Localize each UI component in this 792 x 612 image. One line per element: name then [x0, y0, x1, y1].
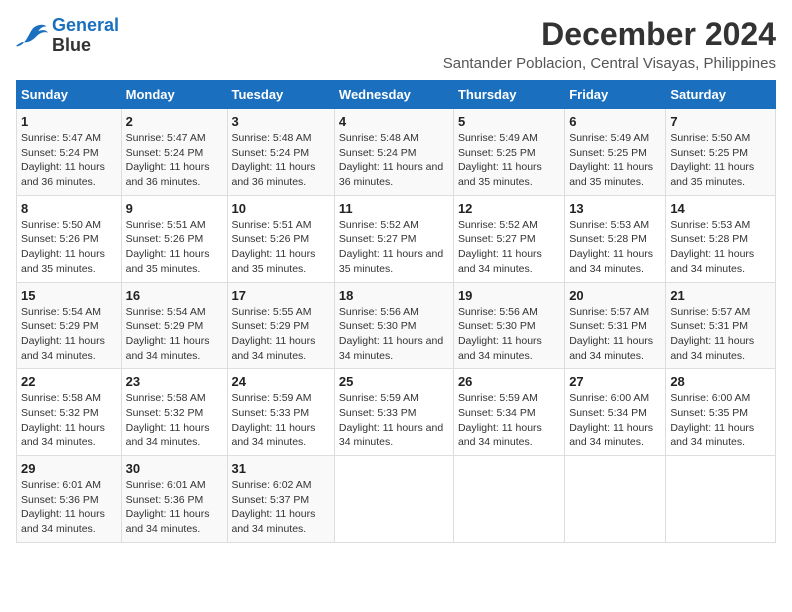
calendar-day-cell: 6Sunrise: 5:49 AMSunset: 5:25 PMDaylight… [565, 109, 666, 196]
calendar-week-row: 22Sunrise: 5:58 AMSunset: 5:32 PMDayligh… [17, 369, 776, 456]
day-of-week-header: Sunday [17, 81, 122, 109]
day-of-week-header: Friday [565, 81, 666, 109]
calendar-day-cell: 29Sunrise: 6:01 AMSunset: 5:36 PMDayligh… [17, 456, 122, 543]
calendar-day-cell: 13Sunrise: 5:53 AMSunset: 5:28 PMDayligh… [565, 195, 666, 282]
calendar-week-row: 8Sunrise: 5:50 AMSunset: 5:26 PMDaylight… [17, 195, 776, 282]
calendar-day-cell: 15Sunrise: 5:54 AMSunset: 5:29 PMDayligh… [17, 282, 122, 369]
calendar-day-cell: 31Sunrise: 6:02 AMSunset: 5:37 PMDayligh… [227, 456, 334, 543]
calendar-day-cell: 4Sunrise: 5:48 AMSunset: 5:24 PMDaylight… [334, 109, 453, 196]
calendar-day-cell: 30Sunrise: 6:01 AMSunset: 5:36 PMDayligh… [121, 456, 227, 543]
calendar-day-cell: 9Sunrise: 5:51 AMSunset: 5:26 PMDaylight… [121, 195, 227, 282]
calendar-day-cell: 5Sunrise: 5:49 AMSunset: 5:25 PMDaylight… [453, 109, 564, 196]
calendar-day-cell: 25Sunrise: 5:59 AMSunset: 5:33 PMDayligh… [334, 369, 453, 456]
subtitle: Santander Poblacion, Central Visayas, Ph… [443, 55, 776, 72]
calendar-day-cell: 27Sunrise: 6:00 AMSunset: 5:34 PMDayligh… [565, 369, 666, 456]
calendar-day-cell [453, 456, 564, 543]
page-header: General Blue December 2024 Santander Pob… [16, 16, 776, 72]
calendar-day-cell: 16Sunrise: 5:54 AMSunset: 5:29 PMDayligh… [121, 282, 227, 369]
calendar-week-row: 1Sunrise: 5:47 AMSunset: 5:24 PMDaylight… [17, 109, 776, 196]
calendar-day-cell: 1Sunrise: 5:47 AMSunset: 5:24 PMDaylight… [17, 109, 122, 196]
calendar-day-cell: 2Sunrise: 5:47 AMSunset: 5:24 PMDaylight… [121, 109, 227, 196]
calendar-week-row: 15Sunrise: 5:54 AMSunset: 5:29 PMDayligh… [17, 282, 776, 369]
calendar-day-cell: 22Sunrise: 5:58 AMSunset: 5:32 PMDayligh… [17, 369, 122, 456]
calendar-day-cell: 12Sunrise: 5:52 AMSunset: 5:27 PMDayligh… [453, 195, 564, 282]
calendar-day-cell: 20Sunrise: 5:57 AMSunset: 5:31 PMDayligh… [565, 282, 666, 369]
calendar-day-cell: 3Sunrise: 5:48 AMSunset: 5:24 PMDaylight… [227, 109, 334, 196]
calendar-day-cell: 17Sunrise: 5:55 AMSunset: 5:29 PMDayligh… [227, 282, 334, 369]
logo: General Blue [16, 16, 119, 56]
day-of-week-header: Thursday [453, 81, 564, 109]
calendar-day-cell: 11Sunrise: 5:52 AMSunset: 5:27 PMDayligh… [334, 195, 453, 282]
calendar-day-cell: 24Sunrise: 5:59 AMSunset: 5:33 PMDayligh… [227, 369, 334, 456]
calendar-day-cell: 28Sunrise: 6:00 AMSunset: 5:35 PMDayligh… [666, 369, 776, 456]
day-of-week-header: Wednesday [334, 81, 453, 109]
calendar-day-cell [565, 456, 666, 543]
calendar-day-cell: 14Sunrise: 5:53 AMSunset: 5:28 PMDayligh… [666, 195, 776, 282]
title-block: December 2024 Santander Poblacion, Centr… [443, 16, 776, 72]
calendar-day-cell: 18Sunrise: 5:56 AMSunset: 5:30 PMDayligh… [334, 282, 453, 369]
day-of-week-header: Monday [121, 81, 227, 109]
day-of-week-header: Saturday [666, 81, 776, 109]
calendar-day-cell [334, 456, 453, 543]
calendar-day-cell: 19Sunrise: 5:56 AMSunset: 5:30 PMDayligh… [453, 282, 564, 369]
main-title: December 2024 [443, 16, 776, 53]
calendar-day-cell: 10Sunrise: 5:51 AMSunset: 5:26 PMDayligh… [227, 195, 334, 282]
calendar-week-row: 29Sunrise: 6:01 AMSunset: 5:36 PMDayligh… [17, 456, 776, 543]
logo-icon [16, 22, 48, 50]
calendar-day-cell: 23Sunrise: 5:58 AMSunset: 5:32 PMDayligh… [121, 369, 227, 456]
day-of-week-header: Tuesday [227, 81, 334, 109]
calendar-day-cell: 7Sunrise: 5:50 AMSunset: 5:25 PMDaylight… [666, 109, 776, 196]
calendar-day-cell [666, 456, 776, 543]
calendar-day-cell: 8Sunrise: 5:50 AMSunset: 5:26 PMDaylight… [17, 195, 122, 282]
calendar-day-cell: 21Sunrise: 5:57 AMSunset: 5:31 PMDayligh… [666, 282, 776, 369]
logo-text: General Blue [52, 16, 119, 56]
calendar-header-row: SundayMondayTuesdayWednesdayThursdayFrid… [17, 81, 776, 109]
calendar-day-cell: 26Sunrise: 5:59 AMSunset: 5:34 PMDayligh… [453, 369, 564, 456]
calendar-table: SundayMondayTuesdayWednesdayThursdayFrid… [16, 80, 776, 543]
